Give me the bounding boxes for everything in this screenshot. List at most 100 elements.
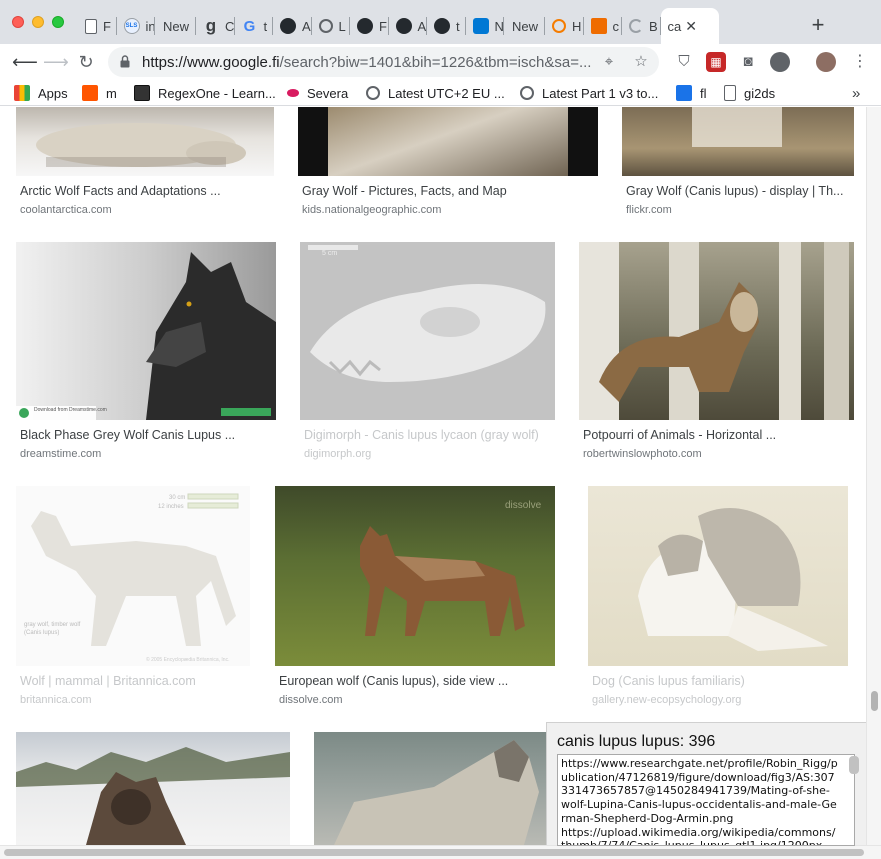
dark-extension-icon[interactable] [770, 52, 790, 72]
shield-extension-icon[interactable]: ⛉ [674, 52, 694, 72]
tab-13[interactable]: H [545, 8, 584, 44]
tab-1[interactable]: F [78, 8, 117, 44]
result-source: dreamstime.com [20, 448, 102, 460]
black-wolf-image: Download from Dreamstime.com [16, 252, 276, 420]
forward-button[interactable]: ⟶ [43, 52, 69, 72]
address-bar[interactable]: https://www.google.fi/search?biw=1401&bi… [108, 47, 659, 77]
bookmark-star-icon[interactable]: ☆ [632, 53, 650, 71]
lock-icon [120, 55, 130, 68]
dogs-image [638, 508, 828, 651]
bookmark-latest-part[interactable]: Latest Part 1 v3 to... [520, 84, 658, 102]
tab-2[interactable]: SLS in [117, 8, 155, 44]
tab-12[interactable]: New [504, 8, 545, 44]
back-button[interactable]: ⟵ [12, 52, 38, 72]
result-card[interactable] [16, 732, 290, 845]
tab-4[interactable]: g C [196, 8, 235, 44]
bookmarks-overflow-icon[interactable]: » [852, 84, 860, 102]
result-card[interactable]: Dog (Canis lupus familiaris) gallery.new… [588, 486, 848, 711]
tab-active[interactable]: ca ✕ [660, 8, 719, 44]
dreamstime-note: Download from Dreamstime.com [34, 407, 107, 413]
result-card[interactable]: 30 cm 12 inches gray wolf, timber wolf (… [16, 486, 250, 711]
britannica-wolf-image: 30 cm 12 inches gray wolf, timber wolf (… [24, 493, 239, 663]
new-tab-button[interactable]: + [808, 14, 828, 36]
location-icon[interactable]: ⌖ [600, 53, 618, 71]
horizontal-scrollbar[interactable] [0, 845, 881, 859]
result-image[interactable] [16, 732, 290, 845]
tab-9[interactable]: A [389, 8, 428, 44]
result-card[interactable] [314, 732, 546, 845]
result-card[interactable]: Gray Wolf - Pictures, Facts, and Map kid… [298, 107, 598, 222]
url-text: https://www.google.fi/search?biw=1401&bi… [142, 54, 597, 71]
tab-list: F SLS in New g C G t A L F A t N New H c… [78, 8, 719, 44]
tab-15[interactable]: B [622, 8, 661, 44]
panel-scroll-thumb[interactable] [849, 756, 859, 774]
tab-3[interactable]: New [155, 8, 196, 44]
doc-blue-icon [676, 85, 692, 101]
github-icon [434, 18, 450, 34]
bookmark-regexone[interactable]: RegexOne - Learn... [134, 84, 276, 102]
search-tab-icon [318, 19, 333, 33]
url-path: /search?biw=1401&bih=1226&tbm=isch&sa=..… [279, 54, 592, 71]
maximize-window-button[interactable] [52, 16, 64, 28]
reload-button[interactable]: ↻ [76, 52, 96, 72]
profile-avatar[interactable] [816, 52, 836, 72]
bookmark-severa[interactable]: Severa [287, 84, 348, 102]
tab-8[interactable]: F [350, 8, 389, 44]
result-image[interactable] [588, 486, 848, 666]
close-tab-icon[interactable]: ✕ [685, 18, 697, 35]
horizontal-scroll-thumb[interactable] [4, 849, 864, 856]
tab-11[interactable]: N [466, 8, 505, 44]
bookmark-fl[interactable]: fl [676, 84, 707, 102]
tab-14[interactable]: c [584, 8, 623, 44]
result-image[interactable] [16, 107, 274, 176]
vertical-scrollbar[interactable] [866, 107, 881, 845]
url-list-textarea[interactable]: https://www.researchgate.net/profile/Rob… [557, 754, 855, 846]
result-image[interactable] [314, 732, 546, 845]
close-window-button[interactable] [12, 16, 24, 28]
tab-5[interactable]: G t [235, 8, 274, 44]
britannica-label-1: gray wolf, timber wolf [24, 622, 81, 628]
result-card[interactable]: dissolve European wolf (Canis lupus), si… [275, 486, 555, 711]
result-image[interactable]: 5 cm [300, 242, 555, 420]
result-source: gallery.new-ecopsychology.org [592, 694, 742, 706]
browser-window: F SLS in New g C G t A L F A t N New H c… [0, 0, 881, 859]
github-icon [280, 18, 296, 34]
url-list-panel: canis lupus lupus: 396 https://www.resea… [546, 722, 866, 846]
bookmark-latest-utc[interactable]: Latest UTC+2 EU ... [366, 84, 505, 102]
camera-extension-icon[interactable]: ◙ [738, 52, 758, 72]
tab-6[interactable]: A [273, 8, 312, 44]
menu-dots-icon[interactable]: ⋮ [850, 52, 870, 72]
result-image[interactable]: Download from Dreamstime.com [16, 242, 276, 420]
result-card[interactable]: 5 cm Digimorph - Canis lupus lycaon (gra… [300, 242, 555, 467]
result-image[interactable] [298, 107, 598, 176]
bookmark-apps[interactable]: Apps [14, 84, 68, 102]
result-card[interactable]: Arctic Wolf Facts and Adaptations ... co… [16, 107, 274, 222]
aspen-wolf-image [579, 242, 849, 420]
minimize-window-button[interactable] [32, 16, 44, 28]
tab-label: L [338, 18, 346, 34]
bookmark-soundcloud[interactable]: m [82, 84, 117, 102]
dissolve-watermark: dissolve [505, 500, 542, 511]
result-image[interactable]: dissolve [275, 486, 555, 666]
result-image[interactable]: 30 cm 12 inches gray wolf, timber wolf (… [16, 486, 250, 666]
soundcloud-icon [82, 85, 98, 101]
tab-7[interactable]: L [312, 8, 351, 44]
result-card[interactable]: Download from Dreamstime.com Black Phase… [16, 242, 276, 467]
result-source: britannica.com [20, 694, 92, 706]
github-icon [357, 18, 373, 34]
g-icon: g [205, 16, 217, 35]
result-title: Gray Wolf (Canis lupus) - display | Th..… [626, 184, 844, 198]
red-extension-icon[interactable]: ▦ [706, 52, 726, 72]
tab-10[interactable]: t [427, 8, 466, 44]
result-title: Gray Wolf - Pictures, Facts, and Map [302, 184, 507, 198]
bookmark-gi2ds[interactable]: gi2ds [724, 84, 775, 102]
result-card[interactable]: Potpourri of Animals - Horizontal ... ro… [579, 242, 854, 467]
arctic-wolf-image [36, 123, 246, 167]
result-image[interactable] [622, 107, 854, 176]
result-card[interactable]: Gray Wolf (Canis lupus) - display | Th..… [622, 107, 854, 222]
snow-wolf-image [16, 747, 290, 845]
doc-icon [85, 18, 97, 34]
vertical-scroll-thumb[interactable] [871, 691, 878, 711]
google-icon: G [243, 17, 256, 35]
result-image[interactable] [579, 242, 854, 420]
